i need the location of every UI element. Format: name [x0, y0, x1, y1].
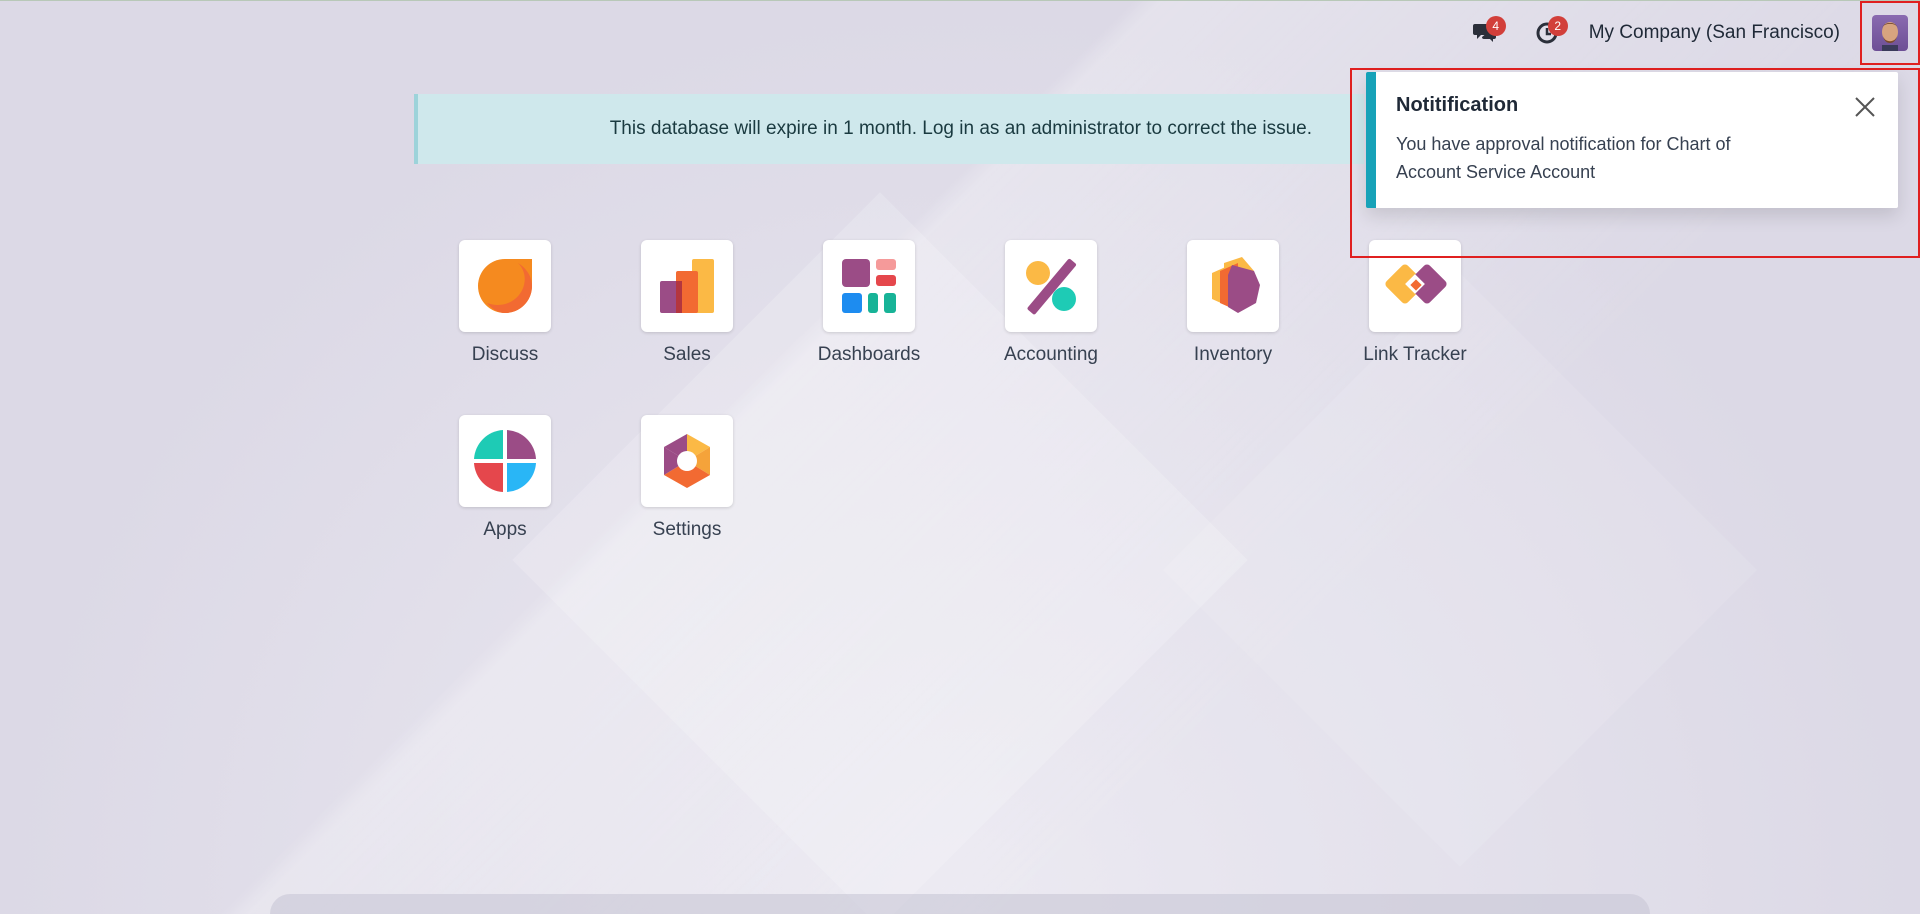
alert-text: This database will expire in 1 month. Lo…: [609, 118, 1312, 139]
sales-icon: [660, 259, 714, 313]
messaging-menu-button[interactable]: 4: [1465, 13, 1506, 53]
app-label: Settings: [652, 519, 722, 540]
accounting-icon: [1026, 258, 1076, 315]
database-expiration-alert: This database will expire in 1 month. Lo…: [414, 94, 1364, 164]
close-icon: [1855, 97, 1875, 117]
close-notification-button[interactable]: [1852, 94, 1878, 120]
app-inventory[interactable]: Inventory: [1168, 240, 1298, 366]
notification-title: Notitification: [1396, 94, 1519, 116]
bottom-edge: [270, 894, 1650, 914]
app-tile: [1187, 240, 1279, 332]
navbar-systray: 4 2 My Company (San Francisco): [1465, 1, 1920, 65]
top-navbar: 4 2 My Company (San Francisco): [0, 0, 1920, 65]
app-tile: [1005, 240, 1097, 332]
notification-toast: Notitification You have approval notific…: [1366, 72, 1898, 208]
chat-count-badge: 4: [1485, 16, 1506, 36]
inventory-icon: [1212, 257, 1260, 313]
app-settings[interactable]: Settings: [622, 415, 752, 541]
app-sales[interactable]: Sales: [622, 240, 752, 366]
app-tile: [641, 415, 733, 507]
app-link-tracker[interactable]: Link Tracker: [1350, 240, 1480, 366]
app-label: Inventory: [1193, 344, 1273, 365]
activity-menu-button[interactable]: 2: [1527, 13, 1568, 53]
notification-body: You have approval notification for Chart…: [1396, 134, 1731, 182]
discuss-icon: [478, 259, 532, 313]
app-label: Discuss: [471, 344, 539, 365]
app-label: Dashboards: [817, 344, 921, 365]
dashboards-icon: [842, 259, 896, 313]
settings-icon: [664, 434, 710, 488]
app-tile: [641, 240, 733, 332]
app-label: Apps: [483, 519, 527, 540]
user-avatar: [1872, 15, 1908, 51]
app-tile: [459, 240, 551, 332]
app-tile: [823, 240, 915, 332]
app-label: Sales: [663, 344, 711, 365]
link-tracker-icon: [1385, 264, 1447, 304]
user-menu-button[interactable]: [1860, 1, 1920, 65]
app-apps[interactable]: Apps: [440, 415, 570, 541]
app-tile: [459, 415, 551, 507]
app-discuss[interactable]: Discuss: [440, 240, 570, 366]
app-accounting[interactable]: Accounting: [986, 240, 1116, 366]
app-label: Link Tracker: [1363, 344, 1467, 365]
company-switcher[interactable]: My Company (San Francisco): [1589, 22, 1840, 44]
apps-icon: [474, 430, 536, 492]
app-label: Accounting: [1003, 344, 1098, 365]
app-dashboards[interactable]: Dashboards: [804, 240, 934, 366]
activity-count-badge: 2: [1547, 16, 1568, 36]
